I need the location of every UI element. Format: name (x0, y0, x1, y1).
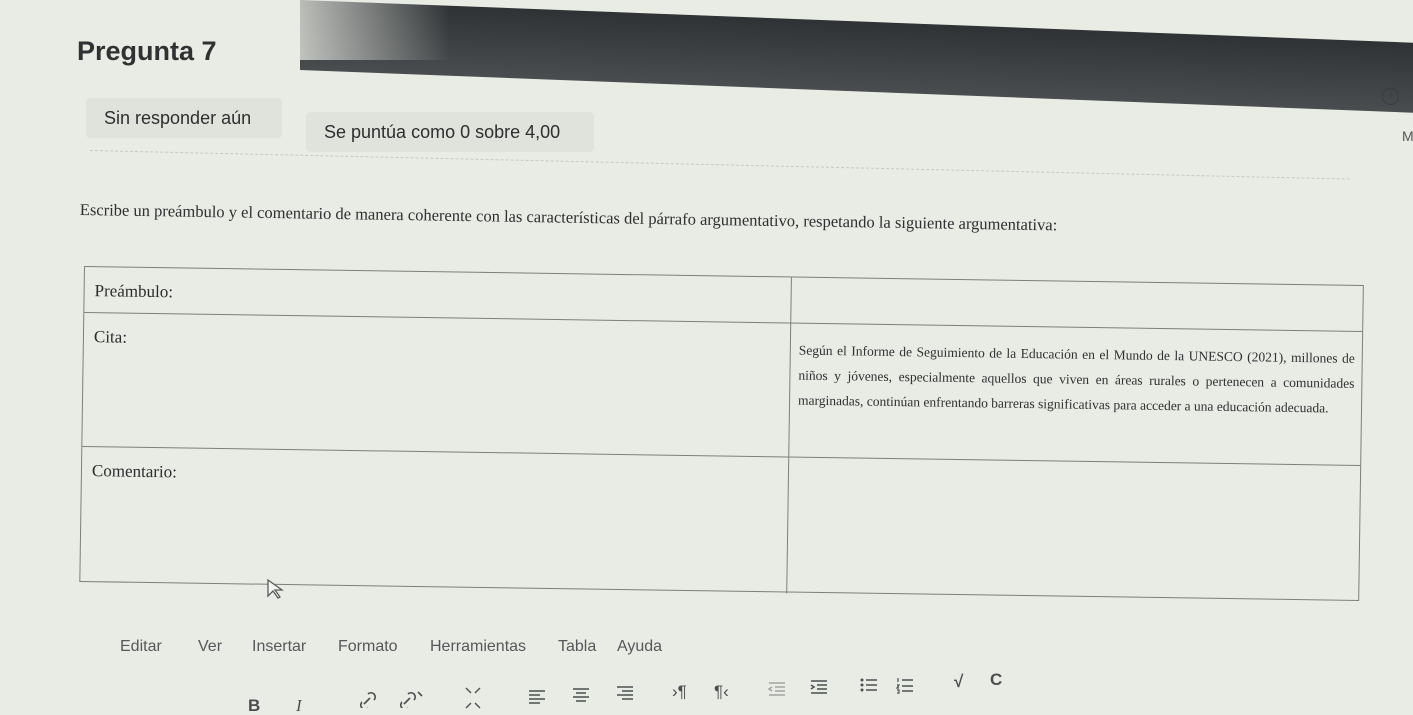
mouse-cursor-icon (266, 578, 288, 605)
menu-ayuda[interactable]: Ayuda (617, 638, 662, 656)
quiz-page: Pregunta 7 ! M Sin responder aún Se punt… (0, 0, 1413, 715)
argument-table: Preámbulo: Cita: Según el Informe de Seg… (79, 266, 1364, 601)
info-icon[interactable]: ! (1382, 86, 1399, 105)
align-left-icon[interactable] (528, 688, 546, 711)
rtl-icon[interactable]: ¶‹ (714, 682, 729, 702)
refresh-icon[interactable]: C (990, 670, 1002, 690)
link-icon[interactable] (359, 690, 382, 713)
menu-insertar[interactable]: Insertar (252, 638, 306, 656)
bullet-list-icon[interactable] (860, 676, 878, 699)
menu-ver[interactable]: Ver (198, 638, 222, 656)
table-cell-label: Comentario: (91, 461, 178, 482)
menu-herramientas[interactable]: Herramientas (430, 638, 526, 656)
outdent-icon[interactable] (767, 680, 786, 703)
menu-tabla[interactable]: Tabla (558, 638, 596, 656)
table-cell-quote: Según el Informe de Seguimiento de la Ed… (797, 342, 1355, 416)
align-center-icon[interactable] (572, 686, 590, 709)
table-cell-label: Cita: (93, 327, 128, 347)
indent-icon[interactable] (810, 678, 828, 701)
table-cell-label: Preámbulo: (94, 281, 174, 302)
unlink-icon[interactable] (399, 690, 426, 713)
table-row-cita: Cita: Según el Informe de Seguimiento de… (82, 313, 1363, 466)
bold-icon[interactable]: B (248, 696, 260, 715)
editor-toolbar: B I ›¶ ¶‹ √ C (0, 668, 1413, 715)
align-right-icon[interactable] (616, 684, 634, 707)
divider (89, 150, 1350, 180)
side-letter: M (1402, 128, 1413, 144)
question-grade-badge: Se puntúa como 0 sobre 4,00 (306, 112, 594, 152)
menu-editar[interactable]: Editar (120, 638, 162, 656)
math-icon[interactable]: √ (954, 672, 963, 692)
browser-dark-band (300, 0, 1413, 113)
question-state-badge: Sin responder aún (86, 98, 282, 138)
ltr-icon[interactable]: ›¶ (672, 682, 687, 702)
question-prompt: Escribe un preámbulo y el comentario de … (79, 200, 1058, 235)
italic-icon[interactable]: I (296, 696, 302, 715)
question-title: Pregunta 7 (77, 36, 217, 66)
numbered-list-icon[interactable] (895, 676, 914, 699)
menu-formato[interactable]: Formato (338, 638, 398, 656)
fullscreen-icon[interactable] (464, 686, 482, 715)
